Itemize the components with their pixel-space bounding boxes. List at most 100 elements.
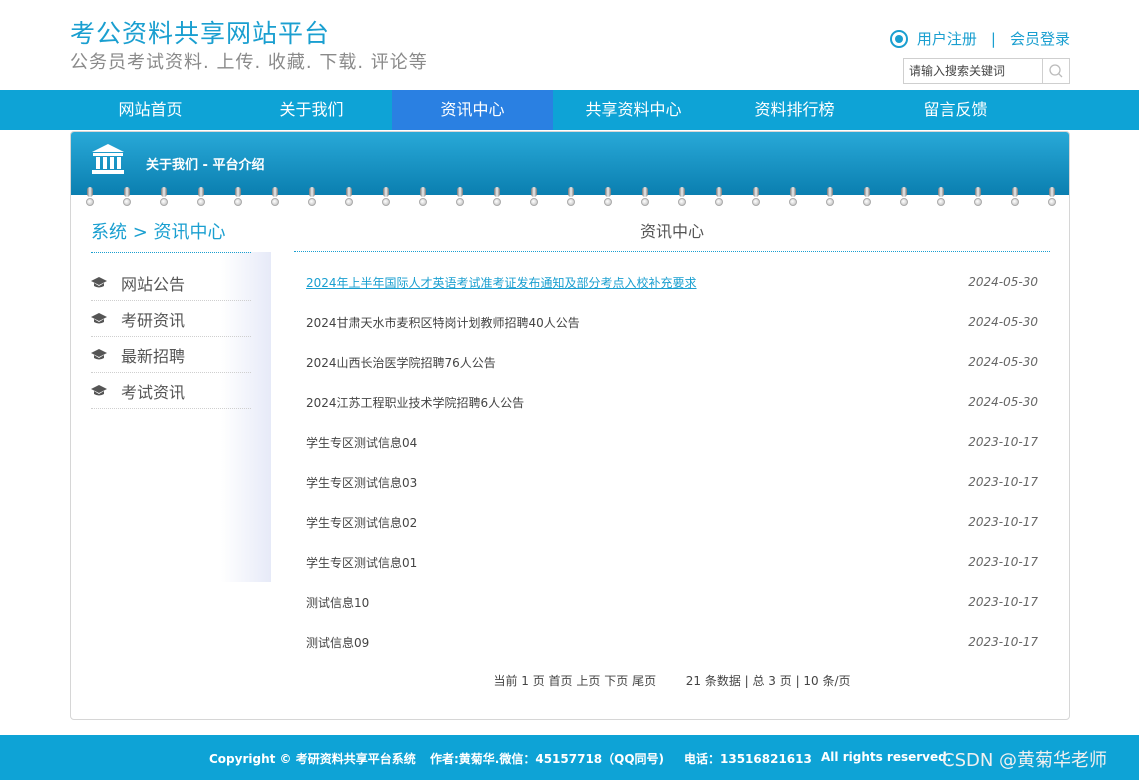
news-row: 2024江苏工程职业技术学院招聘6人公告 2024-05-30 — [294, 382, 1050, 422]
binder-ring — [715, 187, 723, 209]
main-nav: 网站首页 关于我们 资讯中心 共享资料中心 资料排行榜 留言反馈 — [0, 90, 1139, 130]
nav-ranking[interactable]: 资料排行榜 — [714, 90, 875, 130]
register-link[interactable]: 用户注册 — [917, 28, 977, 49]
pager-first[interactable]: 首页 — [549, 674, 573, 688]
sidebar: 系统 > 资讯中心 网站公告 考研资讯 最新招聘 考试资讯 — [91, 218, 251, 409]
sidebar-item-exam-news[interactable]: 考研资讯 — [91, 301, 251, 337]
news-title-link[interactable]: 2024甘肃天水市麦积区特岗计划教师招聘40人公告 — [306, 314, 580, 331]
binder-ring — [123, 187, 131, 209]
news-date: 2024-05-30 — [968, 355, 1038, 369]
news-date: 2024-05-30 — [968, 395, 1038, 409]
news-date: 2024-05-30 — [968, 315, 1038, 329]
search-input[interactable] — [904, 59, 1042, 83]
news-date: 2023-10-17 — [968, 555, 1038, 569]
user-links: 用户注册 | 会员登录 — [889, 28, 1070, 49]
sidebar-list: 网站公告 考研资讯 最新招聘 考试资讯 — [91, 265, 251, 409]
nav-news[interactable]: 资讯中心 — [392, 90, 553, 130]
news-title-link[interactable]: 测试信息09 — [306, 634, 369, 651]
news-date: 2023-10-17 — [968, 515, 1038, 529]
section-banner: 关于我们 - 平台介绍 — [71, 132, 1069, 195]
binder-rings — [71, 187, 1069, 207]
graduation-cap-icon — [91, 276, 107, 289]
news-date: 2023-10-17 — [968, 435, 1038, 449]
news-content: 资讯中心 2024年上半年国际人才英语考试准考证发布通知及部分考点入校补充要求 2… — [294, 218, 1050, 689]
pager-last[interactable]: 尾页 — [632, 674, 656, 688]
binder-ring — [197, 187, 205, 209]
sidebar-item-exam-info[interactable]: 考试资讯 — [91, 373, 251, 409]
sidebar-item-label: 考研资讯 — [121, 310, 186, 330]
binder-ring — [234, 187, 242, 209]
main-panel: 关于我们 - 平台介绍 系统 > 资讯中心 网站公告 考研资讯 最新招聘 考试资… — [70, 131, 1070, 720]
news-row: 学生专区测试信息01 2023-10-17 — [294, 542, 1050, 582]
nav-about[interactable]: 关于我们 — [231, 90, 392, 130]
news-title-link[interactable]: 学生专区测试信息04 — [306, 434, 417, 451]
binder-ring — [308, 187, 316, 209]
site-footer: Copyright © 考研资料共享平台系统 作者:黄菊华.微信：4515771… — [0, 735, 1139, 780]
banner-title: 关于我们 - 平台介绍 — [146, 158, 265, 173]
sidebar-item-label: 最新招聘 — [121, 346, 186, 366]
binder-ring — [530, 187, 538, 209]
login-link[interactable]: 会员登录 — [1010, 28, 1070, 49]
binder-ring — [604, 187, 612, 209]
pager-current: 当前 1 页 — [493, 674, 545, 688]
site-subtitle: 公务员考试资料. 上传. 收藏. 下载. 评论等 — [70, 52, 428, 73]
footer-author: 作者:黄菊华.微信：45157718（QQ同号) — [430, 752, 665, 766]
search-button[interactable] — [1042, 59, 1069, 83]
nav-shared-materials[interactable]: 共享资料中心 — [553, 90, 714, 130]
news-title-link[interactable]: 学生专区测试信息01 — [306, 554, 417, 571]
news-title-link[interactable]: 2024山西长治医学院招聘76人公告 — [306, 354, 496, 371]
news-date: 2024-05-30 — [968, 275, 1038, 289]
news-row: 测试信息10 2023-10-17 — [294, 582, 1050, 622]
pager-next[interactable]: 下页 — [604, 674, 628, 688]
graduation-cap-icon — [91, 348, 107, 361]
nav-home[interactable]: 网站首页 — [70, 90, 231, 130]
news-title-link[interactable]: 2024年上半年国际人才英语考试准考证发布通知及部分考点入校补充要求 — [306, 274, 697, 291]
news-row: 2024年上半年国际人才英语考试准考证发布通知及部分考点入校补充要求 2024-0… — [294, 262, 1050, 302]
news-title-link[interactable]: 测试信息10 — [306, 594, 369, 611]
radio-dot-icon — [889, 29, 908, 48]
binder-ring — [752, 187, 760, 209]
binder-ring — [1011, 187, 1019, 209]
binder-ring — [160, 187, 168, 209]
sidebar-item-recruitment[interactable]: 最新招聘 — [91, 337, 251, 373]
news-title-link[interactable]: 2024江苏工程职业技术学院招聘6人公告 — [306, 394, 524, 411]
sidebar-item-announcements[interactable]: 网站公告 — [91, 265, 251, 301]
sidebar-item-label: 考试资讯 — [121, 382, 186, 402]
pager-prev[interactable]: 上页 — [576, 674, 600, 688]
watermark: CSDN @黄菊华老师 — [942, 750, 1108, 771]
search-box — [903, 58, 1070, 84]
news-title-link[interactable]: 学生专区测试信息02 — [306, 514, 417, 531]
content-title: 资讯中心 — [294, 218, 1050, 252]
footer-phone: 电话：13516821613 — [684, 752, 812, 766]
binder-ring — [456, 187, 464, 209]
institution-icon — [92, 144, 124, 174]
news-row: 2024山西长治医学院招聘76人公告 2024-05-30 — [294, 342, 1050, 382]
binder-ring — [86, 187, 94, 209]
pager-summary: 21 条数据 | 总 3 页 | 10 条/页 — [685, 674, 851, 688]
news-row: 学生专区测试信息04 2023-10-17 — [294, 422, 1050, 462]
binder-ring — [382, 187, 390, 209]
news-title-link[interactable]: 学生专区测试信息03 — [306, 474, 417, 491]
breadcrumb: 系统 > 资讯中心 — [91, 218, 251, 253]
binder-ring — [419, 187, 427, 209]
news-row: 学生专区测试信息03 2023-10-17 — [294, 462, 1050, 502]
binder-ring — [974, 187, 982, 209]
news-date: 2023-10-17 — [968, 475, 1038, 489]
binder-ring — [900, 187, 908, 209]
news-date: 2023-10-17 — [968, 595, 1038, 609]
footer-rights: All rights reserved. — [821, 750, 952, 764]
site-header: 考公资料共享网站平台 公务员考试资料. 上传. 收藏. 下载. 评论等 用户注册… — [0, 0, 1139, 90]
binder-ring — [1048, 187, 1056, 209]
news-date: 2023-10-17 — [968, 635, 1038, 649]
news-list: 2024年上半年国际人才英语考试准考证发布通知及部分考点入校补充要求 2024-0… — [294, 262, 1050, 662]
search-icon — [1049, 64, 1063, 78]
site-title: 考公资料共享网站平台 — [70, 19, 331, 48]
graduation-cap-icon — [91, 384, 107, 397]
binder-ring — [826, 187, 834, 209]
binder-ring — [271, 187, 279, 209]
nav-feedback[interactable]: 留言反馈 — [875, 90, 1036, 130]
binder-ring — [678, 187, 686, 209]
news-row: 2024甘肃天水市麦积区特岗计划教师招聘40人公告 2024-05-30 — [294, 302, 1050, 342]
footer-copyright: Copyright © 考研资料共享平台系统 — [209, 752, 416, 766]
binder-ring — [789, 187, 797, 209]
